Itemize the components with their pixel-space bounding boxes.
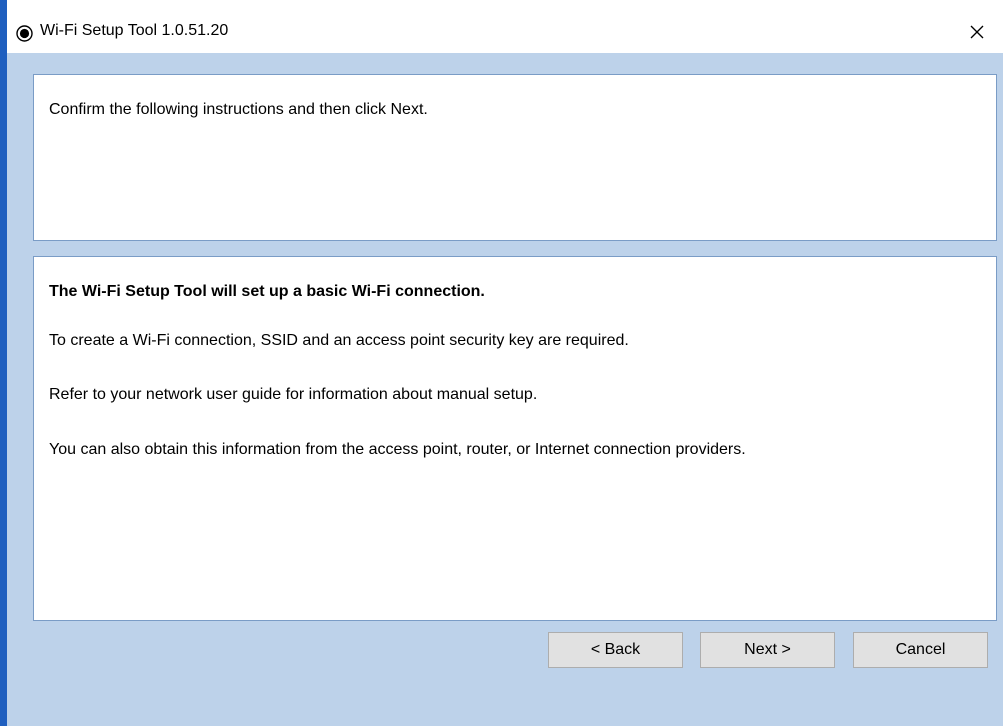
title-bar[interactable]: Wi-Fi Setup Tool 1.0.51.20	[7, 0, 1003, 53]
window-title: Wi-Fi Setup Tool 1.0.51.20	[40, 22, 229, 39]
setup-dialog: Wi-Fi Setup Tool 1.0.51.20 Confirm the f…	[0, 0, 1003, 726]
info-paragraph-ssid: To create a Wi-Fi connection, SSID and a…	[49, 332, 629, 349]
info-paragraph-user-guide: Refer to your network user guide for inf…	[49, 386, 538, 403]
cancel-button[interactable]: Cancel	[853, 632, 988, 668]
info-paragraph-providers: You can also obtain this information fro…	[49, 441, 746, 458]
info-heading: The Wi-Fi Setup Tool will set up a basic…	[49, 283, 485, 300]
close-button[interactable]	[957, 15, 997, 49]
window-left-border	[0, 0, 7, 726]
app-icon	[16, 25, 33, 42]
info-panel: The Wi-Fi Setup Tool will set up a basic…	[33, 256, 997, 621]
instruction-panel: Confirm the following instructions and t…	[33, 74, 997, 241]
back-button[interactable]: < Back	[548, 632, 683, 668]
close-icon	[970, 25, 984, 39]
next-button[interactable]: Next >	[700, 632, 835, 668]
instruction-text: Confirm the following instructions and t…	[49, 101, 428, 118]
